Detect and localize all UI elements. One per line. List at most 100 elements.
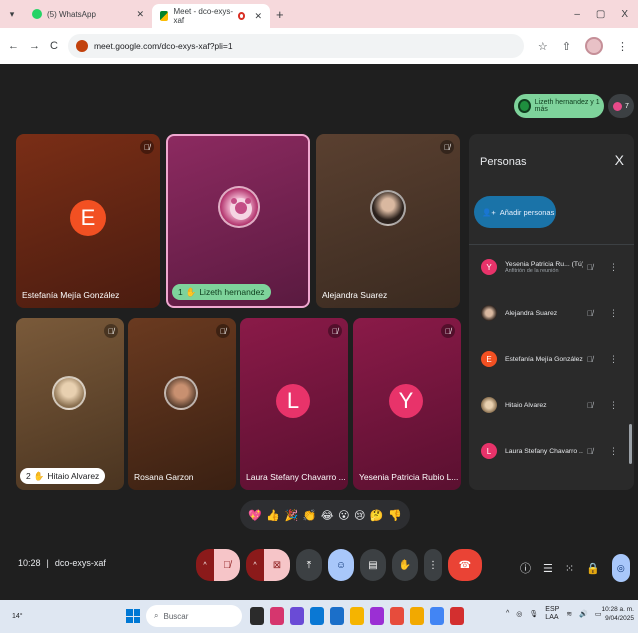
add-people-button[interactable]: 👤+ Añadir personas: [474, 196, 556, 228]
close-window-button[interactable]: X: [621, 9, 628, 20]
edge-icon[interactable]: [310, 607, 324, 625]
tab-whatsapp[interactable]: (5) WhatsApp ✕: [24, 2, 152, 26]
chevron-up-icon[interactable]: ^: [506, 610, 509, 617]
browser-menu-icon[interactable]: ⋮: [617, 40, 628, 53]
tab-meet[interactable]: Meet - dco-exys-xaf ✕: [152, 4, 270, 28]
mic-toggle-button[interactable]: 🎙̸: [214, 549, 240, 581]
app-icon[interactable]: [390, 607, 404, 625]
app-icon[interactable]: [350, 607, 364, 625]
minimize-button[interactable]: –: [574, 9, 580, 20]
taskbar-search[interactable]: ⌕ Buscar: [146, 605, 242, 627]
close-tab-icon[interactable]: ✕: [254, 11, 262, 22]
heart-reaction-button[interactable]: 💖: [248, 509, 262, 522]
camera-toggle-button[interactable]: ⊠: [264, 549, 290, 581]
site-info-icon[interactable]: [75, 40, 88, 52]
sad-reaction-button[interactable]: 😢: [354, 509, 365, 522]
more-options-icon[interactable]: ⋮: [609, 400, 618, 411]
thumbs-down-reaction-button[interactable]: 👎: [388, 509, 402, 522]
thumbs-up-reaction-button[interactable]: 👍: [266, 509, 280, 522]
laugh-reaction-button[interactable]: 😂: [321, 509, 334, 522]
meeting-info: 10:28 | dco-exys-xaf: [18, 558, 106, 568]
list-item[interactable]: E Estefanía Mejía González 🎙̸ ⋮: [481, 344, 631, 374]
participant-tile[interactable]: 🎙̸ E Estefanía Mejía González: [16, 134, 160, 308]
maximize-button[interactable]: ▢: [596, 9, 605, 20]
muted-mic-icon[interactable]: 🎙̸: [587, 401, 593, 410]
reload-icon[interactable]: C: [50, 40, 58, 52]
avatar: Y: [389, 384, 423, 418]
tray-app-icon[interactable]: ◎: [516, 610, 522, 618]
emoji-reactions-button[interactable]: ☺: [328, 549, 354, 581]
host-controls-icon[interactable]: 🔒: [586, 562, 600, 575]
more-options-icon[interactable]: ⋮: [609, 262, 618, 273]
back-icon[interactable]: ←: [8, 40, 19, 52]
raise-hand-button[interactable]: ✋: [392, 549, 418, 581]
mic-tray-icon[interactable]: 🎙: [529, 610, 538, 618]
activities-icon[interactable]: ⁙: [565, 562, 574, 575]
forward-icon[interactable]: →: [29, 40, 40, 52]
chat-icon[interactable]: ☰: [543, 562, 553, 575]
self-view-avatar[interactable]: ◎: [611, 554, 630, 582]
wifi-icon[interactable]: ≋: [566, 610, 572, 618]
call-controls: ^ 🎙̸ ^ ⊠ ⤒ ☺ ▤ ✋ ⋮ ☎: [196, 548, 482, 582]
app-icon[interactable]: [290, 607, 304, 625]
muted-mic-icon[interactable]: 🎙̸: [587, 355, 593, 364]
party-reaction-button[interactable]: 🎉: [285, 509, 299, 522]
list-item[interactable]: Y Yesenia Patricia Ru... (Tú) Anfitrión …: [481, 252, 631, 282]
close-tab-icon[interactable]: ✕: [136, 9, 144, 20]
panel-scrollbar[interactable]: [629, 424, 632, 464]
participants-button[interactable]: 7: [608, 94, 634, 118]
muted-mic-icon[interactable]: 🎙̸: [587, 447, 593, 456]
mic-options-chevron-icon[interactable]: ^: [196, 549, 214, 581]
participant-tile[interactable]: 🎙̸ Rosana Garzon: [128, 318, 236, 490]
clap-reaction-button[interactable]: 👏: [303, 509, 317, 522]
bookmark-star-icon[interactable]: ☆: [538, 40, 548, 53]
speaking-name-pill: 1 ✋ Lizeth hernandez: [172, 284, 271, 300]
profile-avatar[interactable]: [585, 37, 603, 55]
captions-button[interactable]: ▤: [360, 549, 386, 581]
taskbar-clock[interactable]: 10:28 a. m. 9/04/2025: [598, 605, 634, 623]
participant-tile[interactable]: 🎙̸ L Laura Stefany Chavarro ...: [240, 318, 348, 490]
app-icon[interactable]: [330, 607, 344, 625]
participant-tile[interactable]: 🎙̸ 2 ✋ Hitaio Alvarez: [16, 318, 124, 490]
participant-tile-speaking[interactable]: 1 ✋ Lizeth hernandez: [166, 134, 310, 308]
extensions-icon[interactable]: ⇧: [562, 40, 571, 53]
list-item[interactable]: Hitaio Alvarez 🎙̸ ⋮: [481, 390, 631, 420]
more-options-icon[interactable]: ⋮: [609, 354, 618, 365]
url-field[interactable]: meet.google.com/dco-exys-xaf?pli=1: [67, 34, 524, 58]
windows-start-icon[interactable]: [126, 609, 140, 623]
tab-list-chevron-icon[interactable]: ▾: [0, 9, 24, 20]
app-icon[interactable]: [270, 607, 284, 625]
more-options-icon[interactable]: ⋮: [609, 446, 618, 457]
chrome-icon[interactable]: [430, 607, 444, 625]
person-name: Alejandra Suarez: [505, 309, 558, 317]
new-tab-button[interactable]: +: [276, 7, 284, 22]
presenter-pill[interactable]: Lizeth hernandez y 1 más: [514, 94, 604, 118]
muted-mic-icon[interactable]: 🎙̸: [587, 263, 593, 272]
task-view-icon[interactable]: [250, 607, 264, 625]
participant-tile[interactable]: 🎙̸ Alejandra Suarez: [316, 134, 460, 308]
participant-tile[interactable]: 🎙̸ Y Yesenia Patricia Rubio L...: [353, 318, 461, 490]
surprised-reaction-button[interactable]: 😮: [338, 509, 349, 522]
muted-mic-icon: 🎙̸: [440, 140, 454, 154]
avatar: [218, 186, 260, 228]
hand-raised-icon: ✋: [185, 286, 197, 297]
mic-control: ^ 🎙̸: [196, 549, 240, 581]
present-screen-button[interactable]: ⤒: [296, 549, 322, 581]
thinking-reaction-button[interactable]: 🤔: [370, 509, 384, 522]
muted-mic-icon[interactable]: 🎙̸: [587, 309, 593, 318]
volume-icon[interactable]: 🔊: [579, 610, 588, 618]
more-options-button[interactable]: ⋮: [424, 549, 442, 581]
camera-options-chevron-icon[interactable]: ^: [246, 549, 264, 581]
leave-call-button[interactable]: ☎: [448, 549, 482, 581]
weather-widget[interactable]: 14°: [12, 613, 40, 620]
more-options-icon[interactable]: ⋮: [609, 308, 618, 319]
tab-title: Meet - dco-exys-xaf: [173, 7, 234, 25]
language-indicator[interactable]: ESP LAA: [545, 606, 559, 621]
info-icon[interactable]: ⓘ: [520, 560, 531, 576]
list-item[interactable]: L Laura Stefany Chavarro ... 🎙̸ ⋮: [481, 436, 631, 466]
file-explorer-icon[interactable]: [410, 607, 424, 625]
close-panel-button[interactable]: X: [615, 152, 624, 168]
app-icon[interactable]: [370, 607, 384, 625]
pdf-icon[interactable]: [450, 607, 464, 625]
list-item[interactable]: Alejandra Suarez 🎙̸ ⋮: [481, 298, 631, 328]
